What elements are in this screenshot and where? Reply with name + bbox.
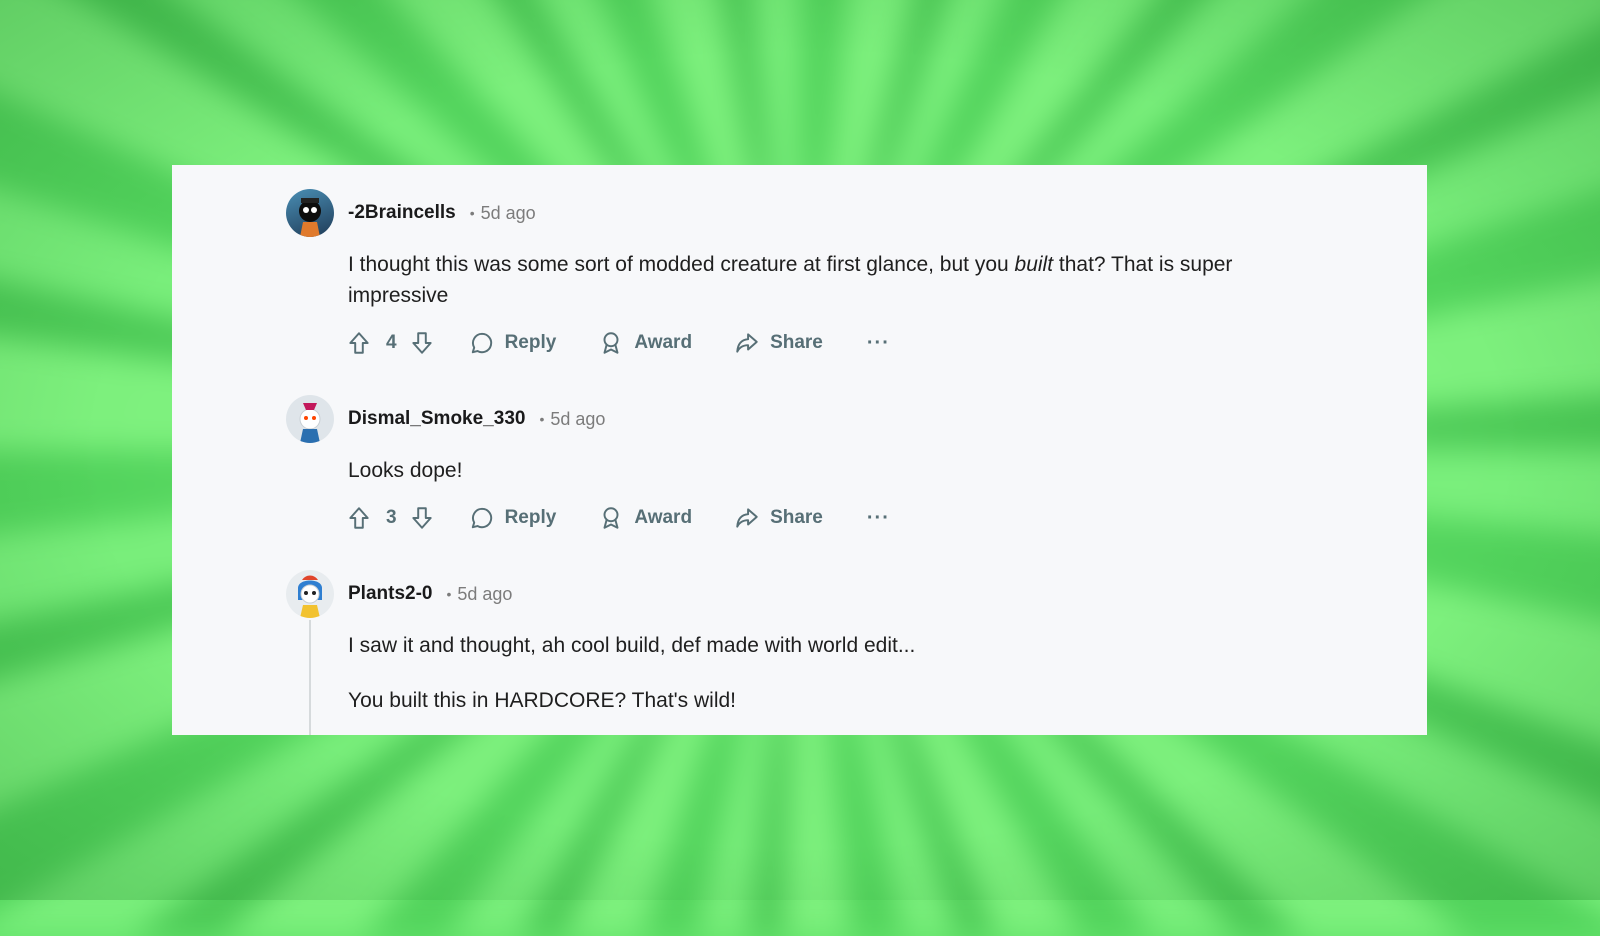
comment-body: Looks dope! <box>348 455 1308 486</box>
comment-text: I thought this was some sort of modded c… <box>348 249 1308 311</box>
vote-count: 4 <box>386 332 397 353</box>
comments-panel: -2Braincells • 5d ago I thought this was… <box>172 165 1427 735</box>
share-label: Share <box>770 332 823 353</box>
avatar-icon <box>299 198 321 237</box>
comment-text-emphasis: built <box>1014 253 1054 276</box>
comment-username[interactable]: -2Braincells <box>348 202 456 224</box>
comment: Dismal_Smoke_330 • 5d ago Looks dope! 3 … <box>286 393 1387 536</box>
share-label: Share <box>770 507 823 528</box>
comment-body: I saw it and thought, ah cool build, def… <box>348 630 1308 716</box>
meta-separator: • <box>469 205 475 221</box>
more-options-button[interactable]: ··· <box>867 332 890 355</box>
avatar-icon <box>298 575 322 618</box>
award-button[interactable]: Award <box>598 505 692 531</box>
downvote-icon <box>411 507 432 529</box>
reply-label: Reply <box>504 507 557 528</box>
upvote-icon <box>349 332 369 354</box>
share-button[interactable]: Share <box>734 505 823 531</box>
reply-button[interactable]: Reply <box>469 330 557 356</box>
avatar-icon <box>299 403 321 443</box>
avatar[interactable] <box>286 189 334 237</box>
comment-text-part: I thought this was some sort of modded c… <box>348 253 1015 276</box>
upvote-button[interactable] <box>346 330 372 356</box>
downvote-button[interactable] <box>409 505 435 531</box>
award-icon <box>603 332 619 354</box>
reply-label: Reply <box>504 332 557 353</box>
more-icon: ··· <box>866 506 890 529</box>
share-icon <box>736 333 758 353</box>
comment-text: I saw it and thought, ah cool build, def… <box>348 634 916 657</box>
reply-icon <box>471 332 492 354</box>
comment-actions: 4 Reply Award Share ··· <box>346 325 1387 361</box>
comment: Plants2-0 • 5d ago I saw it and thought,… <box>286 568 1387 716</box>
meta-separator: • <box>539 411 545 427</box>
reply-icon <box>471 507 492 529</box>
meta-separator: • <box>446 586 452 602</box>
upvote-icon <box>349 507 369 529</box>
share-button[interactable]: Share <box>734 330 823 356</box>
comment-header: Plants2-0 • 5d ago <box>286 568 1387 620</box>
more-icon: ··· <box>866 331 890 354</box>
comment-timestamp[interactable]: 5d ago <box>481 203 536 224</box>
comment-actions: 3 Reply Award Share ··· <box>346 500 1387 536</box>
comment-username[interactable]: Plants2-0 <box>348 583 432 605</box>
vote-count: 3 <box>386 507 397 528</box>
comment-header: Dismal_Smoke_330 • 5d ago <box>286 393 1387 445</box>
award-label: Award <box>634 507 693 528</box>
comment-timestamp[interactable]: 5d ago <box>550 409 605 430</box>
comment-username[interactable]: Dismal_Smoke_330 <box>348 408 525 430</box>
reply-button[interactable]: Reply <box>469 505 557 531</box>
avatar[interactable] <box>286 395 334 443</box>
share-icon <box>736 508 758 528</box>
award-button[interactable]: Award <box>598 330 692 356</box>
comment: -2Braincells • 5d ago I thought this was… <box>286 187 1387 361</box>
comment-text: Looks dope! <box>348 459 463 482</box>
downvote-icon <box>411 332 432 354</box>
comment-text: You built this in HARDCORE? That's wild! <box>348 689 737 712</box>
award-label: Award <box>634 332 693 353</box>
avatar[interactable] <box>286 570 334 618</box>
comment-body: I thought this was some sort of modded c… <box>348 249 1308 311</box>
more-options-button[interactable]: ··· <box>867 507 890 530</box>
award-icon <box>603 507 619 529</box>
comment-timestamp[interactable]: 5d ago <box>457 584 512 605</box>
downvote-button[interactable] <box>409 330 435 356</box>
comment-header: -2Braincells • 5d ago <box>286 187 1387 239</box>
upvote-button[interactable] <box>346 505 372 531</box>
